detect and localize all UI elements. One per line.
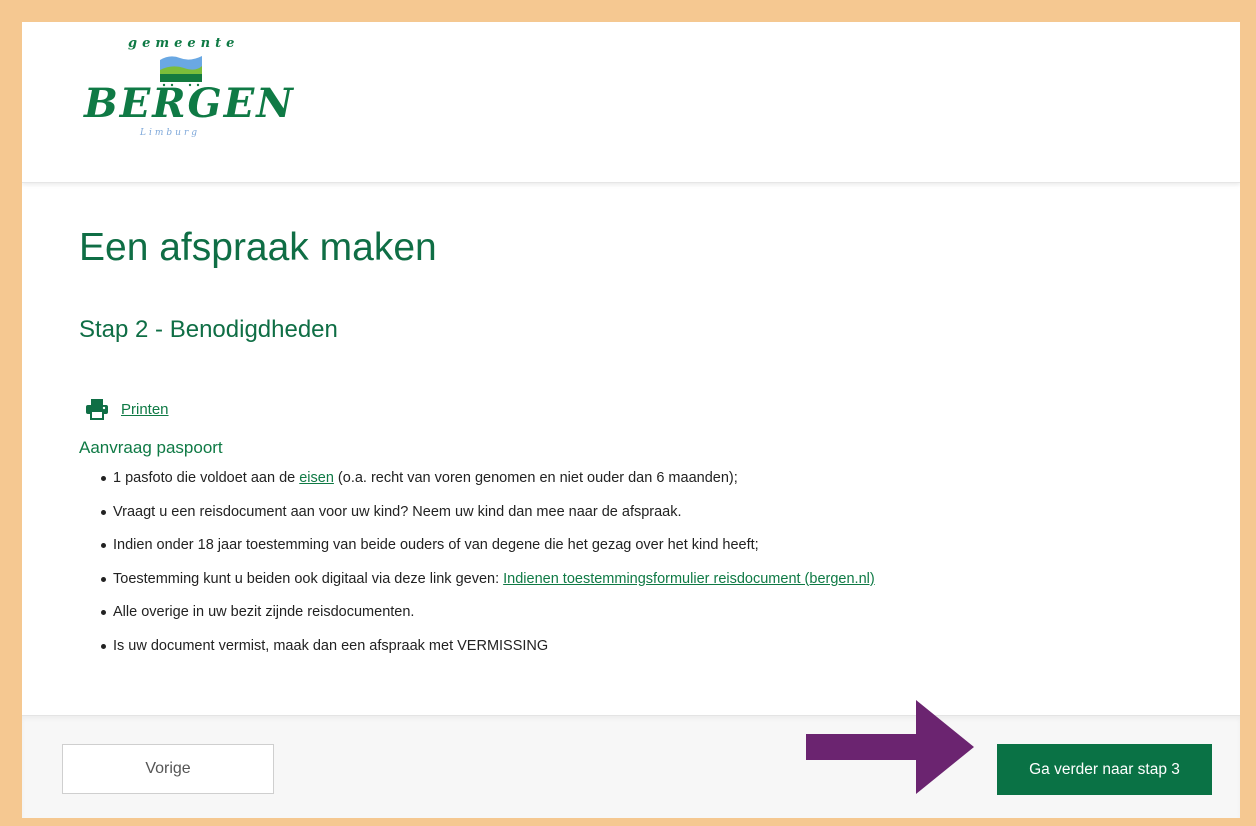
- step-title: Stap 2 - Benodigdheden: [79, 316, 338, 343]
- wizard-footer: Vorige Ga verder naar stap 3: [22, 715, 1240, 818]
- app-frame: gemeente BERGEN Limburg Een afspraak mak…: [22, 22, 1240, 818]
- list-item-text: Indien onder 18 jaar toestemming van bei…: [113, 537, 759, 553]
- logo-main-text: BERGEN: [84, 80, 295, 127]
- list-item: Indien onder 18 jaar toestemming van bei…: [101, 535, 1201, 569]
- list-item-text: Toestemming kunt u beiden ook digitaal v…: [113, 570, 504, 587]
- next-step-button[interactable]: Ga verder naar stap 3: [997, 744, 1212, 795]
- municipality-logo[interactable]: gemeente BERGEN Limburg: [80, 36, 300, 146]
- list-item: Alle overige in uw bezit zijnde reisdocu…: [101, 602, 1201, 636]
- logo-top-text: gemeente: [128, 36, 240, 51]
- list-item-text: Is uw document vermist, maak dan een afs…: [113, 637, 549, 654]
- list-item: Toestemming kunt u beiden ook digitaal v…: [101, 569, 1201, 603]
- list-item-text: Vraagt u een reisdocument aan voor uw ki…: [113, 503, 682, 520]
- print-action: Printen: [85, 398, 169, 420]
- requirements-link[interactable]: eisen: [299, 470, 334, 486]
- print-link[interactable]: Printen: [121, 401, 169, 418]
- requirements-list: 1 pasfoto die voldoet aan de eisen (o.a.…: [79, 468, 1201, 669]
- list-item-text: 1 pasfoto die voldoet aan de: [113, 470, 300, 486]
- logo-sub-text: Limburg: [140, 128, 201, 138]
- site-header: gemeente BERGEN Limburg: [22, 22, 1240, 183]
- consent-form-link[interactable]: Indienen toestemmingsformulier reisdocum…: [503, 571, 875, 587]
- section-title: Aanvraag paspoort: [79, 438, 223, 457]
- printer-icon[interactable]: [85, 398, 109, 420]
- list-item-text: (o.a. recht van voren genomen en niet ou…: [333, 470, 738, 486]
- list-item: Vraagt u een reisdocument aan voor uw ki…: [101, 502, 1201, 536]
- list-item-text: Alle overige in uw bezit zijnde reisdocu…: [113, 604, 415, 620]
- previous-button[interactable]: Vorige: [62, 744, 274, 794]
- page-title: Een afspraak maken: [79, 226, 437, 269]
- list-item: Is uw document vermist, maak dan een afs…: [101, 636, 1201, 670]
- arrow-right-icon: [806, 700, 974, 794]
- list-item: 1 pasfoto die voldoet aan de eisen (o.a.…: [101, 468, 1201, 502]
